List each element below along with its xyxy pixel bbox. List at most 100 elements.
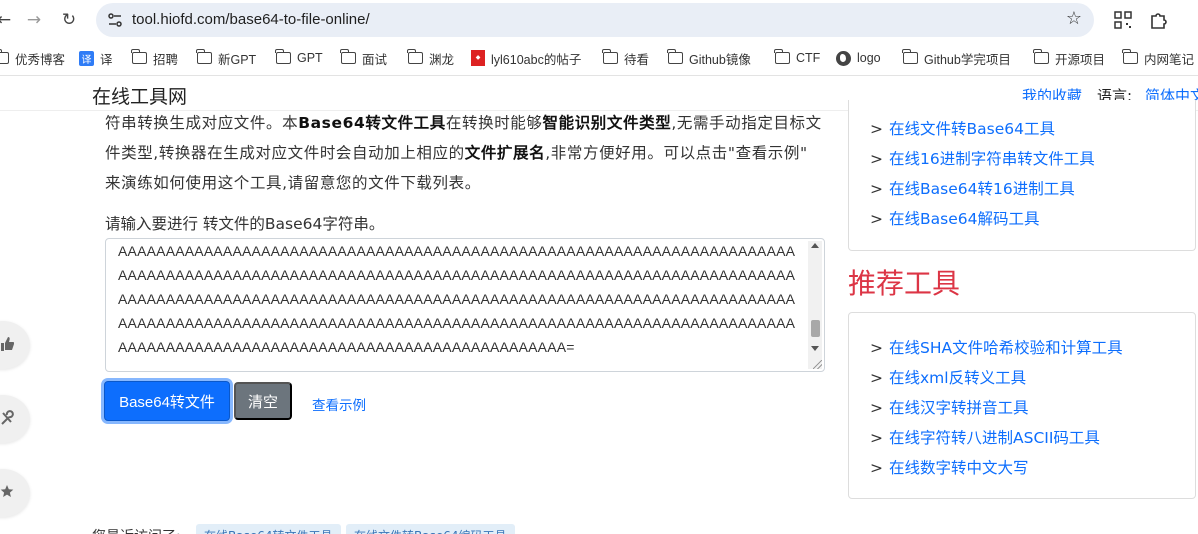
recommended-tools-heading: 推荐工具 [848,267,961,300]
related-tool-link[interactable]: > 在线文件转Base64工具 [870,117,1055,139]
back-icon[interactable]: ← [0,8,16,32]
related-tool-link[interactable]: > 在线Base64转16进制工具 [870,177,1075,199]
bookmark-item[interactable]: ◆ lyl610abc的帖子 [471,49,581,67]
recommended-tool-label[interactable]: 在线SHA文件哈希校验和计算工具 [889,339,1123,357]
recent-visits-label: 您最近访问了: [92,526,181,534]
related-tool-label[interactable]: 在线16进制字符串转文件工具 [889,150,1095,168]
bookmark-item[interactable]: logo [836,49,881,67]
chevron-right-icon: > [870,120,883,138]
related-tool-link[interactable]: > 在线Base64解码工具 [870,207,1039,229]
thumbs-up-icon [1,337,14,351]
bookmark-label: 新GPT [218,52,257,67]
recommended-tool-link[interactable]: > 在线xml反转义工具 [870,366,1026,388]
bookmark-item[interactable]: CTF [774,49,821,67]
bookmark-item[interactable]: 新GPT [196,49,257,67]
related-tool-label[interactable]: 在线文件转Base64工具 [889,120,1055,138]
site-info-icon[interactable] [106,11,124,29]
description-bold: Base64转文件工具 [298,114,446,132]
convert-button[interactable]: Base64转文件 [104,381,230,421]
bookmark-label: 招聘 [153,52,179,67]
folder-icon [407,49,423,64]
address-bar[interactable]: tool.hiofd.com/base64-to-file-online/ ☆ [96,3,1094,37]
description-line: 件类型,转换器在生成对应文件时会自动加上相应的文件扩展名,非常方便好用。可以点击… [105,138,825,168]
recommended-tool-label[interactable]: 在线数字转中文大写 [889,459,1029,477]
scroll-down-icon[interactable] [811,346,819,351]
tools-button[interactable] [0,395,30,443]
folder-icon [667,49,683,64]
description-line: 来演练如何使用这个工具,请留意您的文件下载列表。 [105,174,481,192]
globe-icon [836,50,851,66]
folder-icon [340,49,356,64]
recommended-tool-link[interactable]: > 在线汉字转拼音工具 [870,396,1029,418]
recommended-tool-label[interactable]: 在线字符转八进制ASCII码工具 [889,429,1100,447]
bookmark-item[interactable]: 优秀博客 [0,49,65,67]
description-bold: 智能识别文件类型 [542,114,672,132]
bookmark-item[interactable]: 待看 [602,49,649,67]
description-text: 在转换时能够 [445,114,543,132]
base64-input-value[interactable]: AAAAAAAAAAAAAAAAAAAAAAAAAAAAAAAAAAAAAAAA… [118,239,798,359]
chevron-right-icon: > [870,369,883,387]
recent-tag[interactable]: 在线文件转Base64编码工具 [346,524,515,534]
favorite-button[interactable] [0,469,30,517]
bookmark-label: logo [857,51,881,65]
bookmark-star-icon[interactable]: ☆ [1066,8,1082,29]
description-bold: 文件扩展名 [464,144,546,162]
bookmark-label: 优秀博客 [15,52,66,67]
description-text: 符串转换生成对应文件。本 [105,114,299,132]
url-text[interactable]: tool.hiofd.com/base64-to-file-online/ [132,11,370,28]
bookmark-item[interactable]: Github学完项目 [902,49,1011,67]
recommended-tool-label[interactable]: 在线xml反转义工具 [889,369,1026,387]
bookmark-item[interactable]: 面试 [340,49,387,67]
bookmark-item[interactable]: 渊龙 [407,49,455,67]
site-title[interactable]: 在线工具网 [92,82,187,109]
bookmark-item[interactable]: GPT [275,49,323,67]
forward-icon[interactable]: → [22,8,46,32]
chevron-right-icon: > [870,339,883,357]
extensions-icon[interactable] [1147,9,1169,31]
description-line: 符串转换生成对应文件。本Base64转文件工具在转换时能够智能识别文件类型,无需… [105,111,825,138]
folder-icon [1033,49,1049,64]
scroll-thumb[interactable] [811,320,820,337]
scroll-up-icon[interactable] [811,243,819,248]
bookmark-item[interactable]: 招聘 [131,49,179,67]
reload-icon[interactable]: ↻ [57,8,81,32]
wrench-icon [1,410,14,425]
recommended-tool-link[interactable]: > 在线字符转八进制ASCII码工具 [870,426,1100,448]
recommended-tool-link[interactable]: > 在线数字转中文大写 [870,456,1029,478]
folder-icon [602,49,618,64]
folder-icon [131,49,147,64]
bookmark-label: 开源项目 [1055,52,1106,67]
bookmark-item[interactable]: 开源项目 [1033,49,1106,67]
bookmark-label: 内网笔记 [1144,52,1195,67]
bookmark-item[interactable]: Github镜像 [667,49,751,67]
resize-grip-icon[interactable] [813,360,822,369]
clear-button[interactable]: 清空 [234,382,292,420]
view-example-link[interactable]: 查看示例 [312,394,366,414]
description-text: ,无需手动指定目标文 [671,114,822,132]
textarea-scrollbar[interactable] [808,241,822,369]
chevron-right-icon: > [870,210,883,228]
bookmark-label: GPT [297,51,323,65]
like-button[interactable] [0,321,30,369]
base64-input[interactable]: AAAAAAAAAAAAAAAAAAAAAAAAAAAAAAAAAAAAAAAA… [105,238,825,372]
bookmark-item[interactable]: 内网笔记 [1122,49,1195,67]
bookmark-item[interactable]: 译译 [79,49,113,67]
folder-icon [0,49,9,64]
site-logo-icon: ◆ [471,50,485,66]
chevron-right-icon: > [870,150,883,168]
translate-icon: 译 [79,50,94,66]
qr-code-icon[interactable] [1112,9,1134,31]
related-tool-link[interactable]: > 在线16进制字符串转文件工具 [870,147,1095,169]
recommended-tool-label[interactable]: 在线汉字转拼音工具 [889,399,1029,417]
bookmark-label: lyl610abc的帖子 [491,52,582,67]
related-tool-label[interactable]: 在线Base64解码工具 [889,210,1039,228]
bookmark-label: Github镜像 [689,52,751,67]
recommended-tools-panel: > 在线SHA文件哈希校验和计算工具 > 在线xml反转义工具 > 在线汉字转拼音工具… [848,312,1196,499]
bookmark-label: 渊龙 [429,52,455,67]
related-tool-label[interactable]: 在线Base64转16进制工具 [889,180,1075,198]
bookmark-label: CTF [796,51,821,65]
recommended-tool-link[interactable]: > 在线SHA文件哈希校验和计算工具 [870,336,1123,358]
description-text: 件类型,转换器在生成对应文件时会自动加上相应的 [105,144,465,162]
recent-tag[interactable]: 在线Base64转文件工具 [196,524,341,534]
folder-icon [196,49,212,64]
